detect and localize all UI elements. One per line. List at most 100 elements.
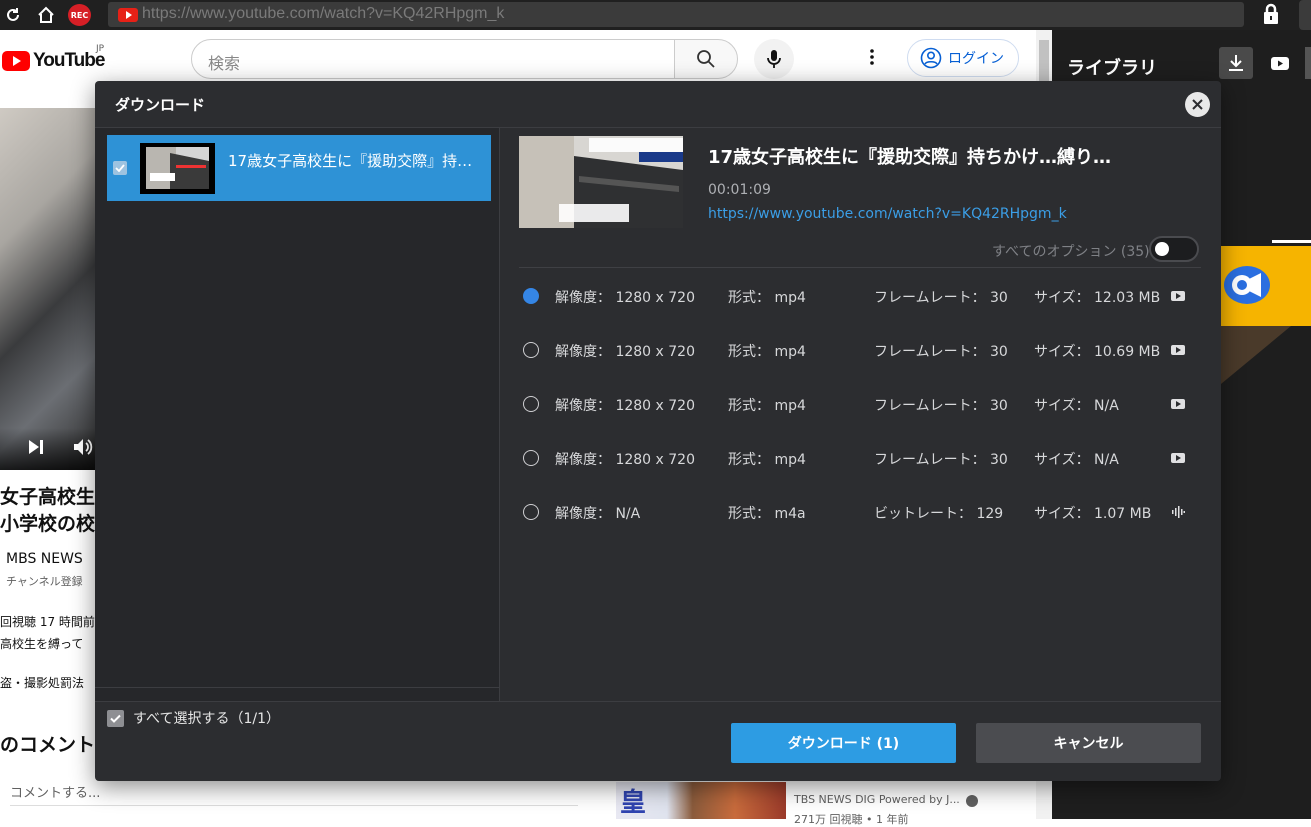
search-placeholder: 検索 [208, 54, 241, 73]
login-button[interactable]: ログイン [907, 39, 1019, 77]
voice-search-button[interactable] [754, 39, 794, 79]
format-container: 形式： mp4 [728, 290, 806, 306]
library-title: ライブラリ [1067, 58, 1157, 79]
format-radio[interactable] [523, 450, 539, 466]
lock-icon[interactable] [1262, 3, 1280, 29]
login-label: ログイン [948, 51, 1004, 67]
format-option[interactable]: 解像度： 1280 x 720 形式： mp4 フレームレート： 30 サイズ：… [519, 389, 1201, 419]
all-options-label: すべてのオプション (35) [992, 244, 1150, 260]
verified-icon [966, 795, 978, 807]
home-icon[interactable] [35, 4, 57, 26]
video-stats: 回視聴 17 時間前 [0, 615, 95, 629]
record-button[interactable]: REC [68, 4, 91, 26]
window-edge-tab [1299, 0, 1311, 30]
youtube-search-input[interactable]: 検索 [191, 39, 675, 79]
youtube-favicon-icon [118, 8, 138, 22]
search-icon [697, 50, 715, 68]
account-icon [920, 47, 942, 69]
youtube-logo-text: YouTube [33, 50, 105, 71]
download-tab[interactable] [1219, 47, 1253, 79]
format-radio-selected[interactable] [523, 288, 539, 304]
cancel-button[interactable]: キャンセル [976, 723, 1201, 763]
format-radio[interactable] [523, 342, 539, 358]
format-size: サイズ： 10.69 MB [1034, 344, 1161, 360]
toggle-knob [1155, 242, 1169, 256]
format-rate: ビットレート： 129 [874, 506, 1004, 522]
list-footer-divider [95, 687, 499, 688]
video-icon [1171, 289, 1185, 302]
scrollbar-thumb[interactable] [1039, 40, 1049, 85]
format-radio[interactable] [523, 396, 539, 412]
download-button[interactable]: ダウンロード (1) [731, 723, 956, 763]
video-icon [1171, 451, 1185, 464]
panel-edge [1305, 47, 1311, 79]
format-resolution: 解像度： 1280 x 720 [555, 344, 695, 360]
youtube-logo[interactable]: YouTube [2, 50, 105, 72]
format-resolution: 解像度： 1280 x 720 [555, 452, 695, 468]
channel-name[interactable]: MBS NEWS [6, 551, 96, 567]
format-list-divider [519, 267, 1201, 268]
address-bar[interactable]: https://www.youtube.com/watch?v=KQ42RHpg… [108, 2, 1244, 27]
close-button[interactable] [1185, 92, 1210, 117]
video-player[interactable] [0, 108, 96, 470]
format-size: サイズ： N/A [1034, 452, 1119, 468]
promo-shadow [1221, 326, 1291, 384]
video-duration: 00:01:09 [708, 182, 771, 198]
youtube-play-icon [2, 51, 30, 71]
panel-divider [499, 128, 500, 701]
address-url: https://www.youtube.com/watch?v=KQ42RHpg… [142, 5, 505, 22]
format-rate: フレームレート： 30 [874, 452, 1008, 468]
format-option[interactable]: 解像度： 1280 x 720 形式： mp4 フレームレート： 30 サイズ：… [519, 443, 1201, 473]
format-rate: フレームレート： 30 [874, 290, 1008, 306]
volume-icon[interactable] [72, 437, 94, 457]
video-icon [1171, 397, 1185, 410]
app-top-bar: REC https://www.youtube.com/watch?v=KQ42… [0, 0, 1311, 30]
comment-input[interactable]: コメントする... [10, 782, 578, 806]
format-container: 形式： m4a [728, 506, 806, 522]
youtube-header: YouTube JP 検索 ログイン [0, 30, 1052, 88]
search-button[interactable] [674, 39, 738, 79]
format-container: 形式： mp4 [728, 344, 806, 360]
format-option[interactable]: 解像度： 1280 x 720 形式： mp4 フレームレート： 30 サイズ：… [519, 281, 1201, 311]
all-options-toggle[interactable] [1149, 236, 1199, 262]
dialog-title: ダウンロード [115, 96, 206, 114]
comments-heading: のコメント [0, 734, 96, 756]
video-list-item[interactable]: 17歳女子高校生に『援助交際』持ちかけ…縛り… [107, 135, 491, 201]
related-video-thumbnail[interactable]: 皇 [616, 782, 786, 819]
item-checkbox[interactable] [113, 161, 127, 175]
check-icon [115, 164, 125, 172]
reload-icon[interactable] [2, 4, 24, 26]
related-thumb-text: 皇 [620, 788, 647, 818]
video-title-line1: 女子高校生に [0, 486, 96, 508]
detail-title: 17歳女子高校生に『援助交際』持ちかけ…縛り… [708, 147, 1112, 168]
format-option[interactable]: 解像度： N/A 形式： m4a ビットレート： 129 サイズ： 1.07 M… [519, 497, 1201, 527]
related-channel[interactable]: TBS NEWS DIG Powered by J... [794, 793, 960, 806]
more-options-icon[interactable] [870, 48, 874, 70]
promo-divider [1272, 240, 1311, 243]
player-controls [0, 428, 96, 470]
format-resolution: 解像度： 1280 x 720 [555, 290, 695, 306]
video-description-2: 盗・撮影処罰法 [0, 676, 85, 690]
format-radio[interactable] [523, 504, 539, 520]
video-url-link[interactable]: https://www.youtube.com/watch?v=KQ42RHpg… [708, 206, 1067, 222]
format-rate: フレームレート： 30 [874, 344, 1008, 360]
video-list-panel: 17歳女子高校生に『援助交際』持ちかけ…縛り… すべて選択する（1/1） [95, 128, 499, 727]
video-play-icon [1271, 56, 1289, 70]
video-description: 高校生を縛って [0, 637, 84, 651]
youtube-tab[interactable] [1263, 47, 1297, 79]
format-size: サイズ： 12.03 MB [1034, 290, 1161, 306]
format-size: サイズ： N/A [1034, 398, 1119, 414]
video-list-title: 17歳女子高校生に『援助交際』持ちかけ…縛り… [228, 152, 483, 170]
app-logo-icon [1224, 266, 1270, 304]
video-title-line2: 小学校の校 [0, 513, 96, 535]
format-option[interactable]: 解像度： 1280 x 720 形式： mp4 フレームレート： 30 サイズ：… [519, 335, 1201, 365]
region-label: JP [96, 44, 105, 54]
format-container: 形式： mp4 [728, 452, 806, 468]
dialog-footer: ダウンロード (1) キャンセル [95, 701, 1221, 781]
format-resolution: 解像度： 1280 x 720 [555, 398, 695, 414]
format-size: サイズ： 1.07 MB [1034, 506, 1152, 522]
video-icon [1171, 343, 1185, 356]
video-title: 女子高校生に 小学校の校 [0, 484, 96, 538]
next-icon[interactable] [27, 438, 45, 456]
format-rate: フレームレート： 30 [874, 398, 1008, 414]
